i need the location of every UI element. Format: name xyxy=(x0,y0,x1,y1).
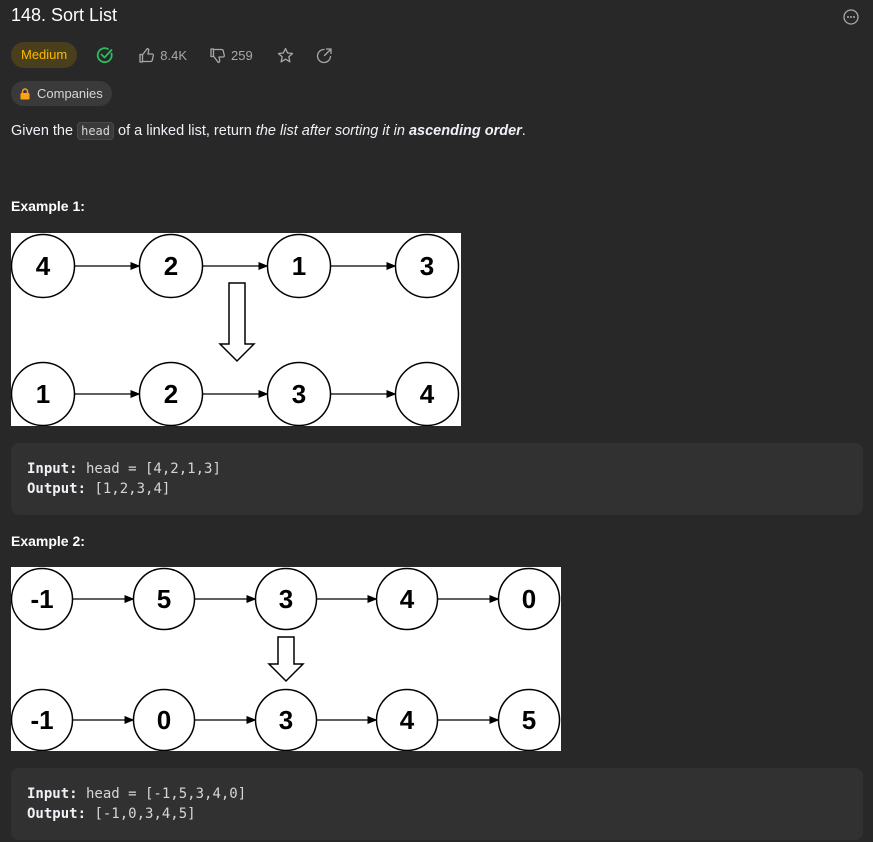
list-node: 5 xyxy=(497,688,561,751)
node-value: 5 xyxy=(522,705,536,735)
example-2-code-block: Input: head = [-1,5,3,4,0] Output: [-1,0… xyxy=(11,768,863,840)
example-1-title: Example 1: xyxy=(11,198,85,214)
node-value: 5 xyxy=(157,584,171,614)
companies-label: Companies xyxy=(37,86,103,101)
desc-text-2: of a linked list, return xyxy=(114,123,256,139)
example-2-diagram: -1 5 3 4 0 -1 0 3 4 5 xyxy=(11,567,561,751)
desc-text-end: . xyxy=(521,123,526,139)
list-node: 4 xyxy=(11,233,76,299)
problem-meta-row: Medium 8.4K 259 xyxy=(11,42,333,68)
node-value: 1 xyxy=(292,251,306,281)
example-1-code-block: Input: head = [4,2,1,3] Output: [1,2,3,4… xyxy=(11,443,863,515)
inline-code-head: head xyxy=(77,122,114,140)
example-1-output-value: [1,2,3,4] xyxy=(86,481,171,497)
list-node: 2 xyxy=(138,361,204,426)
share-icon[interactable] xyxy=(316,47,333,64)
node-value: 0 xyxy=(157,705,171,735)
lock-icon xyxy=(20,87,30,99)
dislike-button[interactable]: 259 xyxy=(209,47,253,64)
problem-description: Given the head of a linked list, return … xyxy=(11,122,526,140)
example-2-title: Example 2: xyxy=(11,533,85,549)
difficulty-badge[interactable]: Medium xyxy=(11,42,78,68)
node-value: 4 xyxy=(400,705,415,735)
example-2-output-label: Output: xyxy=(27,806,87,822)
desc-emphasis: the list after sorting it in xyxy=(255,123,409,139)
problem-title: 148. Sort List xyxy=(11,5,118,25)
like-button[interactable]: 8.4K xyxy=(138,47,187,64)
example-2-input-label: Input: xyxy=(27,786,78,802)
down-arrow xyxy=(267,636,305,683)
desc-strong: ascending order xyxy=(408,123,522,139)
list-node: 1 xyxy=(266,233,332,299)
node-value: -1 xyxy=(30,584,53,614)
node-value: 3 xyxy=(279,705,293,735)
example-1-output-label: Output: xyxy=(27,481,87,497)
thumbs-down-icon xyxy=(210,47,225,63)
node-value: 0 xyxy=(522,584,536,614)
companies-button[interactable]: Companies xyxy=(11,81,112,106)
list-node: 0 xyxy=(132,688,196,751)
desc-text-1: Given the xyxy=(11,123,78,139)
list-node: 3 xyxy=(266,361,332,426)
node-value: 4 xyxy=(420,379,435,409)
list-node: 1 xyxy=(11,361,76,426)
list-node: 4 xyxy=(394,361,460,426)
list-node: 5 xyxy=(132,567,196,631)
thumbs-up-icon xyxy=(139,47,155,63)
dislike-count: 259 xyxy=(231,47,253,63)
star-icon[interactable] xyxy=(277,47,294,64)
list-node: 3 xyxy=(254,688,318,751)
list-node: 3 xyxy=(394,233,460,299)
example-1-input-value: head = [4,2,1,3] xyxy=(77,461,221,477)
node-value: 1 xyxy=(36,379,50,409)
node-value: 4 xyxy=(400,584,415,614)
more-icon[interactable] xyxy=(843,9,859,25)
check-circle-icon xyxy=(97,47,113,64)
node-value: -1 xyxy=(30,705,53,735)
node-value: 4 xyxy=(36,251,51,281)
example-2-output-value: [-1,0,3,4,5] xyxy=(86,806,196,822)
node-value: 3 xyxy=(420,251,434,281)
node-value: 2 xyxy=(164,251,178,281)
down-arrow xyxy=(218,282,256,363)
like-count: 8.4K xyxy=(160,47,187,63)
example-1-diagram: 4 2 1 3 1 2 3 4 xyxy=(11,233,461,426)
list-node: 2 xyxy=(138,233,204,299)
node-value: 2 xyxy=(164,379,178,409)
node-value: 3 xyxy=(292,379,306,409)
list-node: 3 xyxy=(254,567,318,631)
example-1-input-label: Input: xyxy=(27,461,78,477)
example-2-input-value: head = [-1,5,3,4,0] xyxy=(77,786,247,802)
list-node: -1 xyxy=(11,688,74,751)
list-node: 4 xyxy=(375,688,439,751)
list-node: -1 xyxy=(11,567,74,631)
list-node: 4 xyxy=(375,567,439,631)
list-node: 0 xyxy=(497,567,561,631)
node-value: 3 xyxy=(279,584,293,614)
